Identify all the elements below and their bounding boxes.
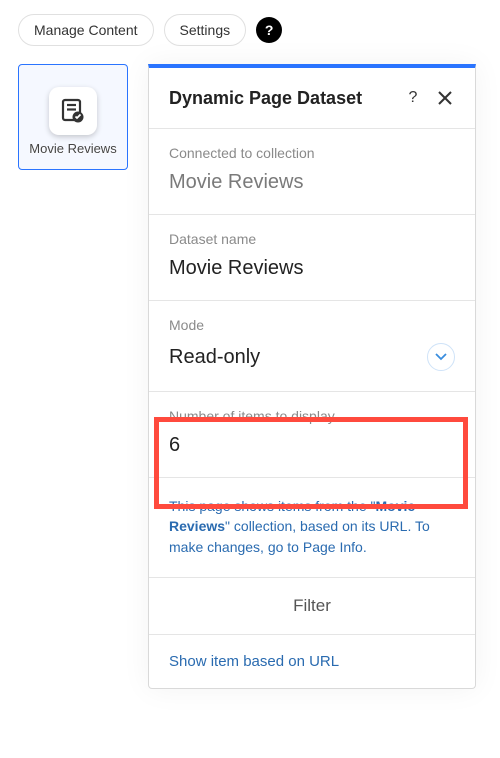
settings-button[interactable]: Settings bbox=[164, 14, 247, 46]
dataset-name-input[interactable]: Movie Reviews bbox=[169, 257, 455, 280]
connected-label: Connected to collection bbox=[169, 145, 455, 161]
top-toolbar: Manage Content Settings ? bbox=[0, 0, 500, 64]
chevron-down-icon bbox=[435, 353, 447, 361]
items-count-section: Number of items to display 6 bbox=[149, 392, 475, 478]
panel-help-button[interactable]: ? bbox=[401, 86, 425, 110]
help-button[interactable]: ? bbox=[256, 17, 282, 43]
settings-panel: Dynamic Page Dataset ? Connected to coll… bbox=[148, 64, 476, 689]
mode-section: Mode Read-only bbox=[149, 301, 475, 392]
close-icon bbox=[438, 91, 452, 105]
mode-value: Read-only bbox=[169, 346, 260, 369]
info-prefix: This page shows items from the " bbox=[169, 498, 376, 514]
filter-button[interactable]: Filter bbox=[149, 578, 475, 635]
mode-dropdown-button[interactable] bbox=[427, 343, 455, 371]
dataset-element[interactable]: Movie Reviews bbox=[18, 64, 128, 170]
dataset-element-label: Movie Reviews bbox=[29, 141, 116, 156]
items-count-input[interactable]: 6 bbox=[169, 434, 455, 457]
mode-label: Mode bbox=[169, 317, 455, 333]
info-text: This page shows items from the "Movie Re… bbox=[149, 478, 475, 578]
info-suffix: . bbox=[363, 539, 367, 555]
items-count-label: Number of items to display bbox=[169, 408, 455, 424]
dataset-name-label: Dataset name bbox=[169, 231, 455, 247]
connected-collection-section: Connected to collection Movie Reviews bbox=[149, 129, 475, 215]
show-item-url-link[interactable]: Show item based on URL bbox=[149, 635, 475, 688]
dataset-icon bbox=[49, 87, 97, 135]
page-info-link[interactable]: Page Info bbox=[303, 539, 363, 555]
connected-value: Movie Reviews bbox=[169, 171, 455, 194]
panel-title: Dynamic Page Dataset bbox=[169, 88, 393, 109]
close-button[interactable] bbox=[433, 86, 457, 110]
manage-content-button[interactable]: Manage Content bbox=[18, 14, 154, 46]
panel-header: Dynamic Page Dataset ? bbox=[149, 68, 475, 129]
dataset-name-section: Dataset name Movie Reviews bbox=[149, 215, 475, 301]
